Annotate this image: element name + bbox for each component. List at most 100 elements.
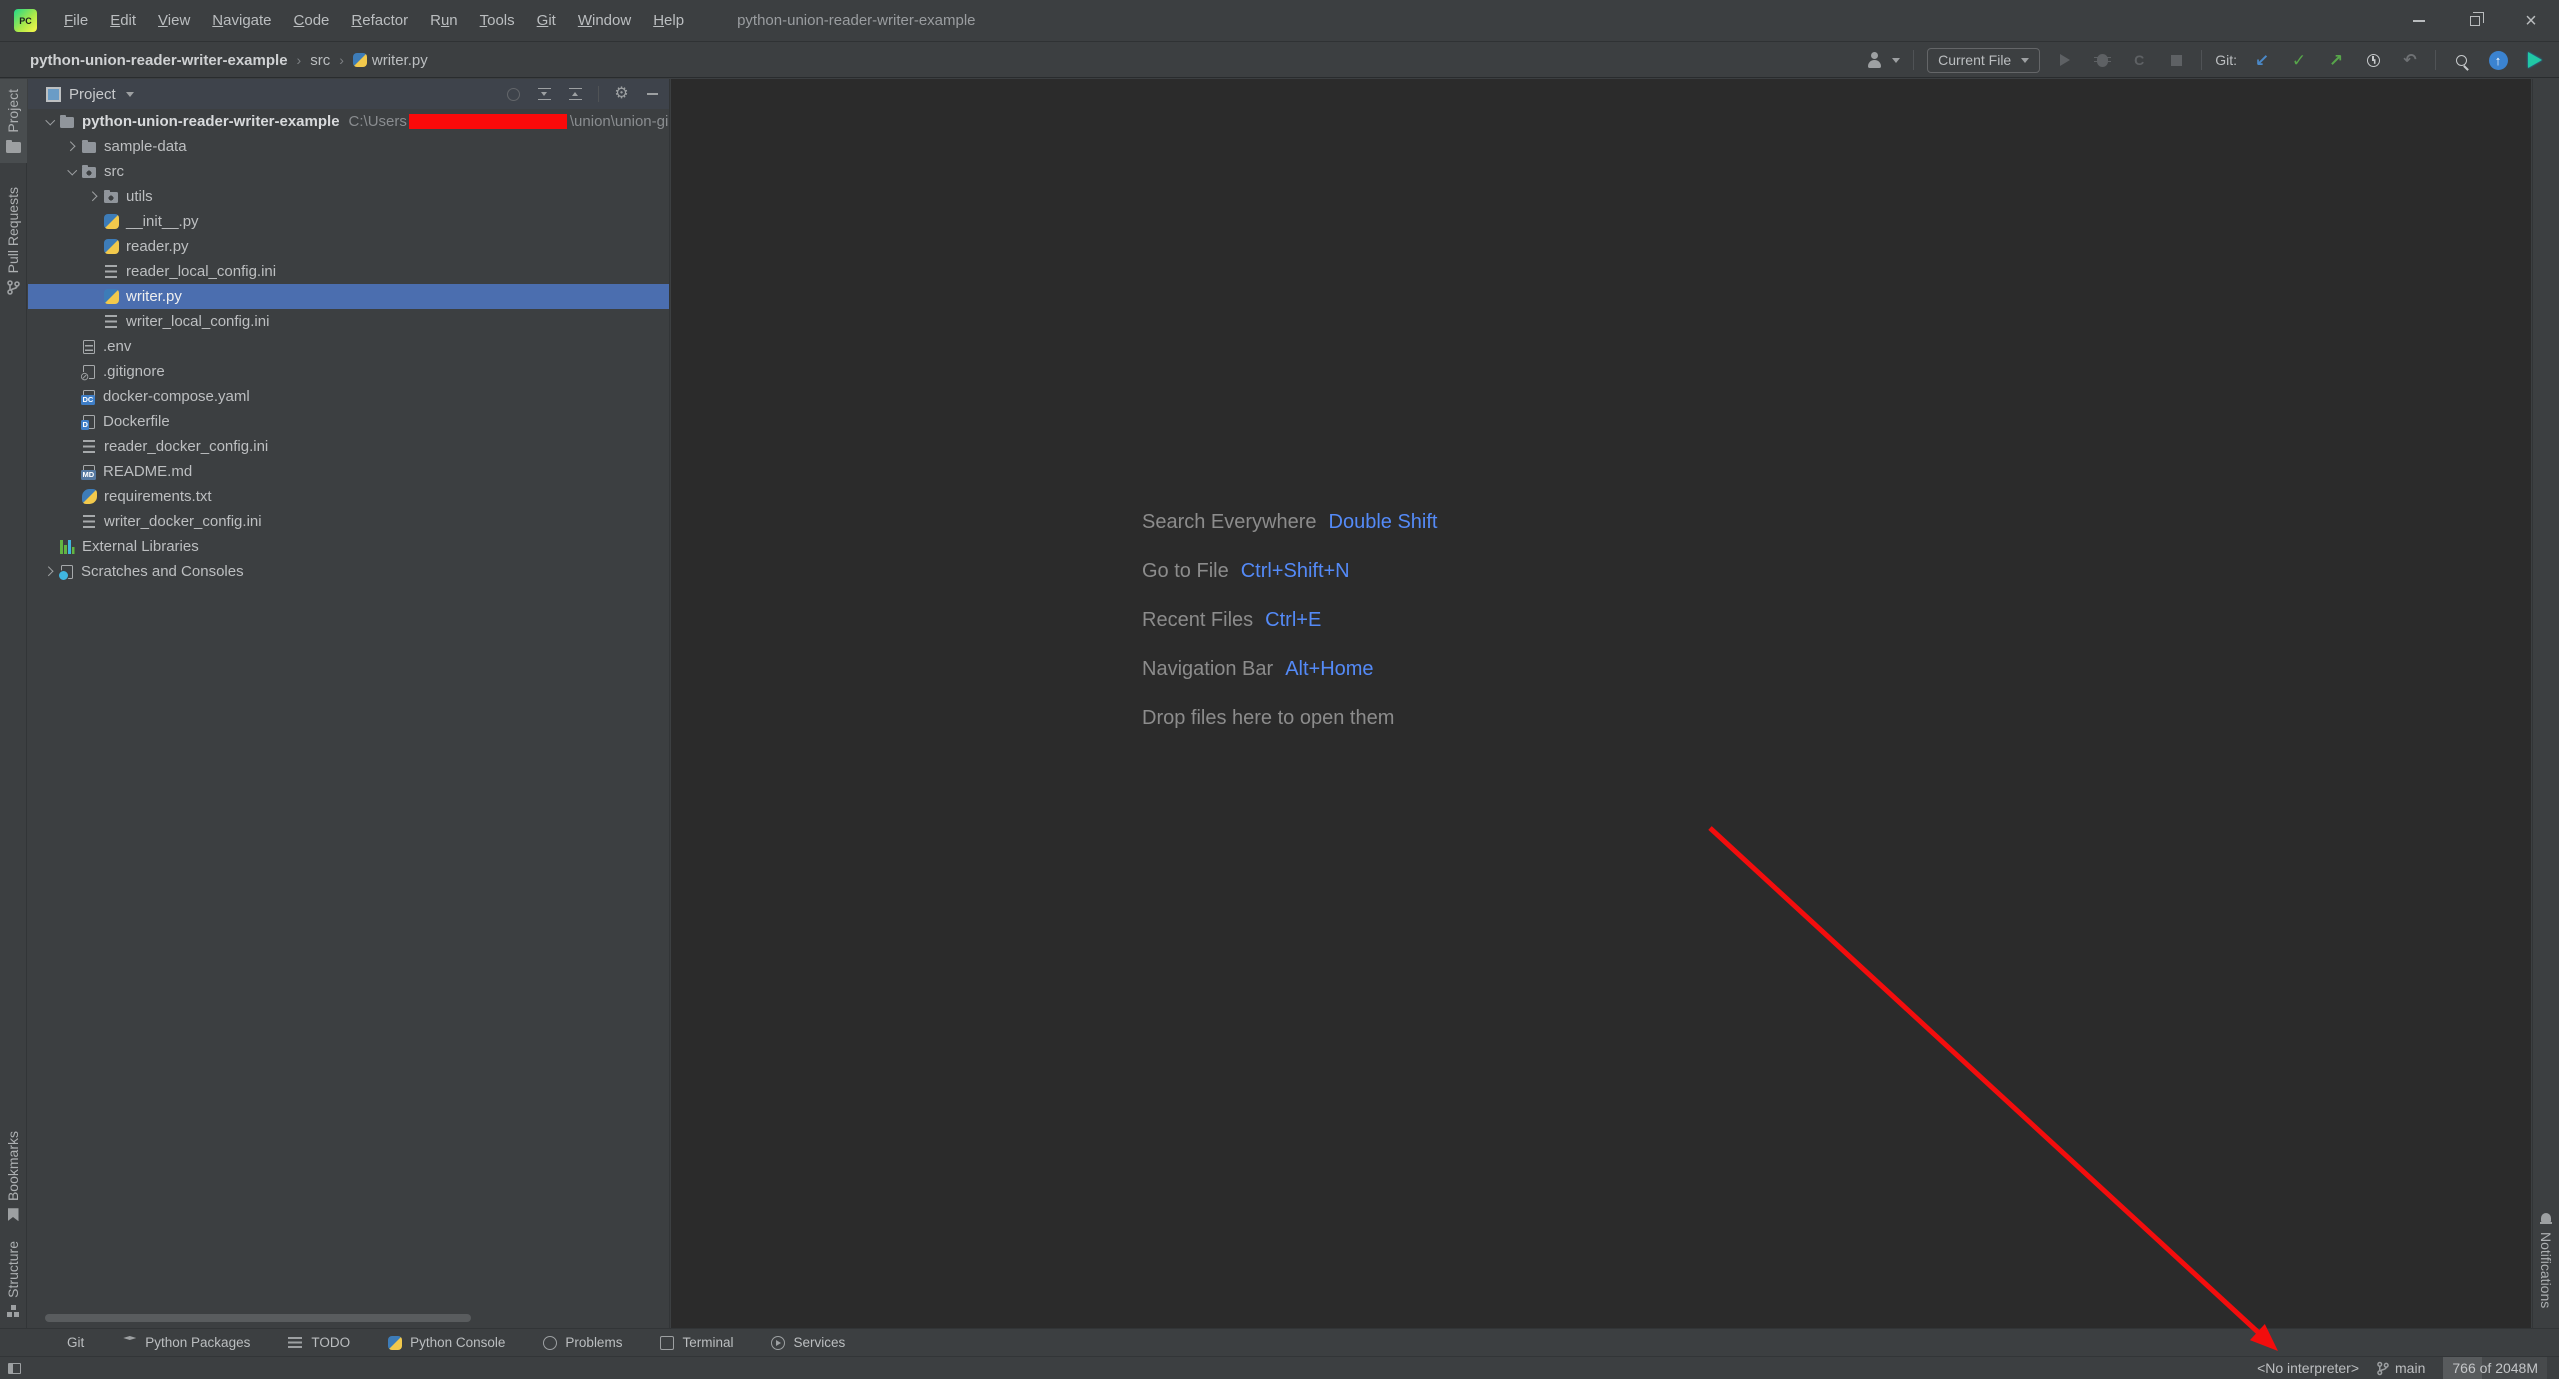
user-account-icon[interactable] [1863, 48, 1887, 72]
tool-window-icon [771, 1335, 786, 1350]
tool-window-tab-structure[interactable]: Structure [0, 1231, 27, 1328]
file-type-icon [60, 539, 75, 554]
shortcut-keys: Double Shift [1328, 511, 1438, 533]
tree-chevron-icon[interactable] [63, 134, 81, 159]
git-update-button[interactable]: ↙ [2250, 48, 2274, 72]
menu-item[interactable]: Help [642, 12, 695, 29]
breadcrumb-project[interactable]: python-union-reader-writer-example [30, 52, 288, 69]
bookmarks-tab-icon [7, 1208, 19, 1222]
tree-item-label: requirements.txt [104, 488, 212, 505]
tree-row[interactable]: reader_docker_config.ini [28, 434, 669, 459]
tree-row[interactable]: .gitignore [28, 359, 669, 384]
tree-row[interactable]: README.md [28, 459, 669, 484]
menu-item[interactable]: Git [526, 12, 567, 29]
hide-panel-button[interactable] [644, 86, 661, 103]
shortcut-keys: Alt+Home [1285, 658, 1374, 680]
git-commit-button[interactable]: ✓ [2287, 48, 2311, 72]
tree-row[interactable]: __init__.py [28, 209, 669, 234]
stop-button[interactable] [2164, 48, 2188, 72]
git-rollback-button[interactable]: ↶ [2398, 48, 2422, 72]
tree-row[interactable]: sample-data [28, 134, 669, 159]
tree-row[interactable]: writer_docker_config.ini [28, 509, 669, 534]
tree-chevron-icon[interactable] [85, 184, 103, 209]
tool-window-tab-notifications[interactable]: Notifications [2533, 1202, 2559, 1318]
learn-plugin-icon[interactable] [2523, 48, 2547, 72]
tool-window-icon [44, 1335, 59, 1350]
tool-window-tab-pull-requests[interactable]: Pull Requests [0, 177, 27, 305]
git-history-button[interactable] [2361, 48, 2385, 72]
tree-row[interactable]: python-union-reader-writer-example C:\Us… [28, 109, 669, 134]
tool-window-label: Problems [565, 1335, 623, 1350]
run-configuration-select[interactable]: Current File [1927, 47, 2041, 73]
tree-row[interactable]: reader.py [28, 234, 669, 259]
tree-item-label: Dockerfile [103, 413, 170, 430]
tree-row[interactable]: External Libraries [28, 534, 669, 559]
redaction-bar [408, 114, 567, 129]
tool-window-tab-bookmarks[interactable]: Bookmarks [0, 1121, 27, 1231]
horizontal-scrollbar[interactable] [45, 1314, 471, 1322]
minimize-button[interactable] [2391, 0, 2447, 42]
debug-button[interactable] [2090, 48, 2114, 72]
tool-window-layout-icon[interactable] [8, 1362, 21, 1374]
breadcrumb-separator-icon: › [339, 52, 344, 68]
locate-file-button[interactable] [505, 86, 522, 103]
tree-item-label: writer_local_config.ini [126, 313, 270, 330]
tree-row[interactable]: utils [28, 184, 669, 209]
shortcut-keys: Ctrl+Shift+N [1240, 560, 1350, 582]
breadcrumb-file[interactable]: writer.py [352, 52, 428, 69]
expand-all-button[interactable] [536, 86, 553, 103]
git-push-button[interactable]: ↗ [2324, 48, 2348, 72]
run-coverage-button[interactable]: C [2127, 48, 2151, 72]
menu-item[interactable]: Navigate [201, 12, 282, 29]
tree-row[interactable]: src [28, 159, 669, 184]
memory-indicator[interactable]: 766 of 2048M [2443, 1356, 2547, 1379]
tool-window-tab-project[interactable]: Project [0, 79, 27, 163]
file-type-icon [81, 163, 98, 180]
tree-row[interactable]: requirements.txt [28, 484, 669, 509]
tool-window-button[interactable]: Git [44, 1335, 84, 1350]
user-dropdown-icon[interactable] [1892, 57, 1901, 63]
tree-item-label: writer.py [126, 288, 182, 305]
tree-row[interactable]: docker-compose.yaml [28, 384, 669, 409]
tree-chevron-icon[interactable] [41, 559, 59, 584]
tool-window-button[interactable]: Python Console [388, 1335, 505, 1350]
tool-window-button[interactable]: Services [771, 1335, 845, 1350]
tree-row[interactable]: writer.py [28, 284, 669, 309]
panel-settings-button[interactable]: ⚙ [613, 86, 630, 103]
menu-item[interactable]: Edit [99, 12, 147, 29]
project-view-selector[interactable]: Project [69, 86, 116, 103]
tool-window-button[interactable]: Python Packages [122, 1335, 250, 1350]
code-with-me-icon[interactable]: ↑ [2486, 48, 2510, 72]
menu-item[interactable]: Refactor [340, 12, 419, 29]
menu-item[interactable]: Run [419, 12, 469, 29]
tree-row[interactable]: writer_local_config.ini [28, 309, 669, 334]
breadcrumb-src[interactable]: src [310, 52, 330, 69]
status-bar-widgets: <No interpreter> main 766 of 2048M [2257, 1356, 2559, 1379]
menu-item[interactable]: Tools [469, 12, 526, 29]
tool-window-button[interactable]: Problems [543, 1335, 622, 1350]
tool-window-button[interactable]: Terminal [660, 1335, 733, 1350]
structure-tab-icon [6, 1305, 20, 1318]
menu-item[interactable]: File [53, 12, 99, 29]
file-type-icon [81, 138, 98, 155]
tree-row[interactable]: Dockerfile [28, 409, 669, 434]
close-button[interactable]: × [2503, 0, 2559, 42]
drop-files-hint: Drop files here to open them [1142, 707, 1395, 729]
project-view-dropdown-icon[interactable] [125, 91, 134, 97]
tree-chevron-icon[interactable] [41, 109, 59, 134]
menu-item[interactable]: View [147, 12, 201, 29]
tree-chevron-icon[interactable] [63, 159, 81, 184]
menu-item[interactable]: Window [567, 12, 642, 29]
restore-button[interactable] [2447, 0, 2503, 42]
file-type-icon [105, 315, 117, 328]
tree-row[interactable]: reader_local_config.ini [28, 259, 669, 284]
tool-window-button[interactable]: TODO [288, 1335, 350, 1350]
run-button[interactable] [2053, 48, 2077, 72]
tree-row[interactable]: Scratches and Consoles [28, 559, 669, 584]
menu-item[interactable]: Code [283, 12, 341, 29]
search-everywhere-icon[interactable] [2449, 48, 2473, 72]
interpreter-widget[interactable]: <No interpreter> [2257, 1360, 2359, 1376]
collapse-all-button[interactable] [567, 86, 584, 103]
git-branch-widget[interactable]: main [2377, 1360, 2425, 1376]
tree-row[interactable]: .env [28, 334, 669, 359]
